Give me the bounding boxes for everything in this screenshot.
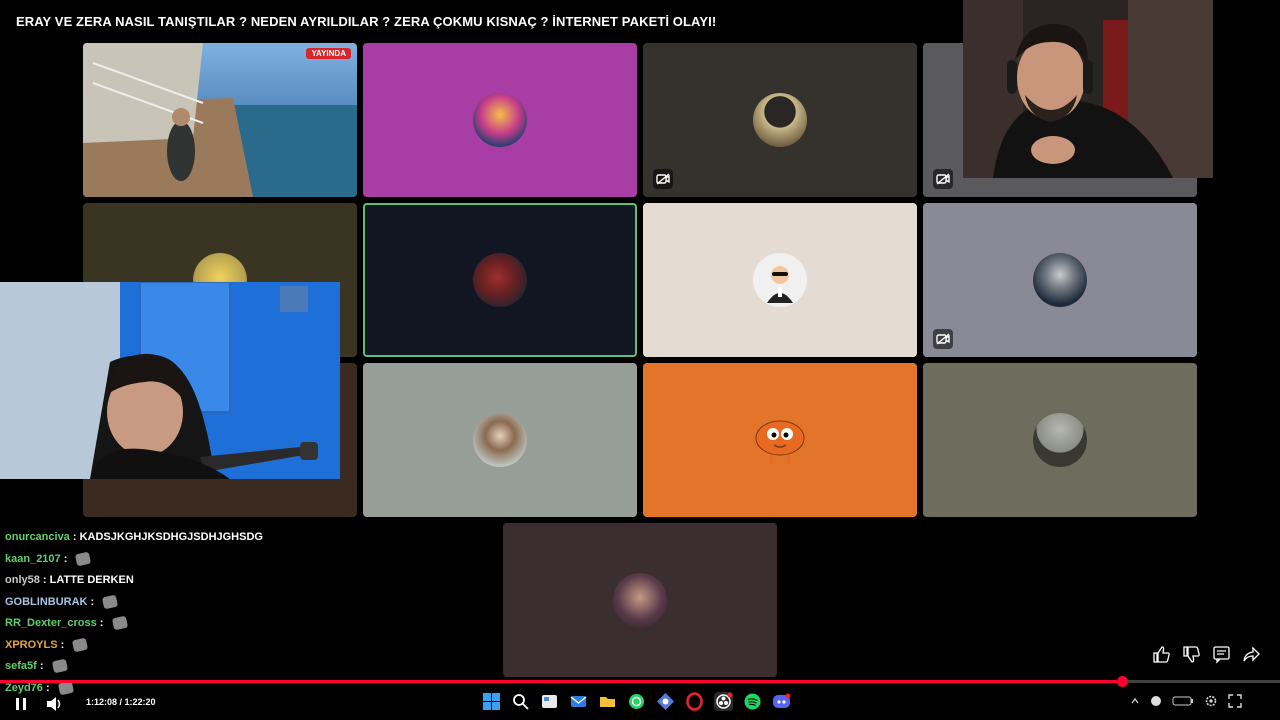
mail-icon[interactable] [569,692,588,711]
chat-username: kaan_2107 [5,552,61,565]
participant-tile[interactable] [643,203,917,357]
streamer-webcam-left [0,282,340,479]
video-actions [1152,645,1261,664]
whatsapp-icon[interactable] [627,692,646,711]
chat-separator: : [96,617,107,629]
chat-separator: : [36,660,47,672]
taskbar [482,692,791,711]
thumbs-down-icon[interactable] [1182,645,1201,664]
participant-avatar [753,413,807,467]
participant-tile[interactable] [923,203,1197,357]
chevron-up-icon[interactable] [1130,696,1140,708]
participant-avatar [753,93,807,147]
stream-title: ERAY VE ZERA NASIL TANIŞTILAR ? NEDEN AY… [16,14,717,29]
chat-message: sefa5f : [5,657,68,675]
participant-avatar [473,93,527,147]
thumbs-up-icon[interactable] [1152,645,1171,664]
system-tray [1130,694,1242,710]
windows-start-icon[interactable] [482,692,501,711]
participant-avatar [473,413,527,467]
streamer-webcam-top-right [963,0,1213,178]
chat-emote-icon [111,615,128,631]
chat-text: LATTE DERKEN [49,574,134,586]
chat-message: kaan_2107 : [5,550,92,568]
camera-off-icon [653,169,673,189]
participant-tile[interactable] [923,363,1197,517]
share-icon[interactable] [1242,645,1261,664]
discord-icon[interactable] [772,692,791,711]
chat-text: KADSJKGHJKSDHGJSDHJGHSDG [79,531,263,543]
app-icon[interactable] [656,692,675,711]
progress-played [0,680,1123,683]
fullscreen-icon[interactable] [1228,694,1242,710]
chat-message: GOBLINBURAK : [5,593,119,611]
opera-icon[interactable] [685,692,704,711]
chat-message: XPROYLS : [5,636,89,654]
chat-message: RR_Dexter_cross : [5,614,128,632]
participant-avatar [753,253,807,307]
playback-time: 1:12:08 / 1:22:20 [86,697,156,707]
settings-icon[interactable] [1204,694,1218,710]
participant-avatar [1033,253,1087,307]
participant-tile[interactable] [643,43,917,197]
chat-separator: : [57,638,68,651]
search-icon[interactable] [511,692,530,711]
chat-emote-icon [102,594,119,609]
tray-app-icon[interactable] [1150,695,1162,709]
progress-bar[interactable] [0,676,1280,687]
chat-username: XPROYLS [5,638,58,651]
participant-avatar [473,253,527,307]
chat-username: GOBLINBURAK [5,595,88,608]
participant-tile[interactable] [503,523,777,677]
chat-separator: : [60,552,71,565]
participant-tile[interactable] [643,363,917,517]
spotify-icon[interactable] [743,692,762,711]
chat-username: onurcanciva [5,531,70,543]
participant-avatar [613,573,667,627]
chat-emote-icon [51,658,68,674]
chat-separator: : [87,595,98,608]
participant-tile[interactable] [363,203,637,357]
participant-tile[interactable]: YAYINDA [83,43,357,197]
participant-avatar [1033,413,1087,467]
participant-tile[interactable] [363,43,637,197]
pause-icon[interactable] [14,694,28,714]
chat-username: sefa5f [5,660,37,672]
live-badge: YAYINDA [306,48,351,59]
chat-username: only58 [5,574,40,586]
chat-emote-icon [75,551,92,566]
folder-icon[interactable] [598,692,617,711]
chat-separator: : [69,531,80,543]
chat-username: Zeyd76 [5,681,43,694]
chat-username: RR_Dexter_cross [5,617,97,629]
widgets-icon[interactable] [540,692,559,711]
game-stream-preview [83,43,357,197]
camera-off-icon [933,169,953,189]
volume-icon[interactable] [46,694,64,714]
chat-message: onurcanciva : KADSJKGHJKSDHGJSDHJGHSDG [5,528,263,546]
participant-tile[interactable] [363,363,637,517]
battery-icon[interactable] [1172,695,1194,709]
obs-icon[interactable] [714,692,733,711]
comment-icon[interactable] [1212,645,1231,664]
chat-message: only58 : LATTE DERKEN [5,571,134,589]
chat-separator: : [42,681,53,694]
camera-off-icon [933,329,953,349]
chat-separator: : [39,574,50,586]
chat-emote-icon [72,637,89,652]
progress-scrubber[interactable] [1117,676,1129,687]
